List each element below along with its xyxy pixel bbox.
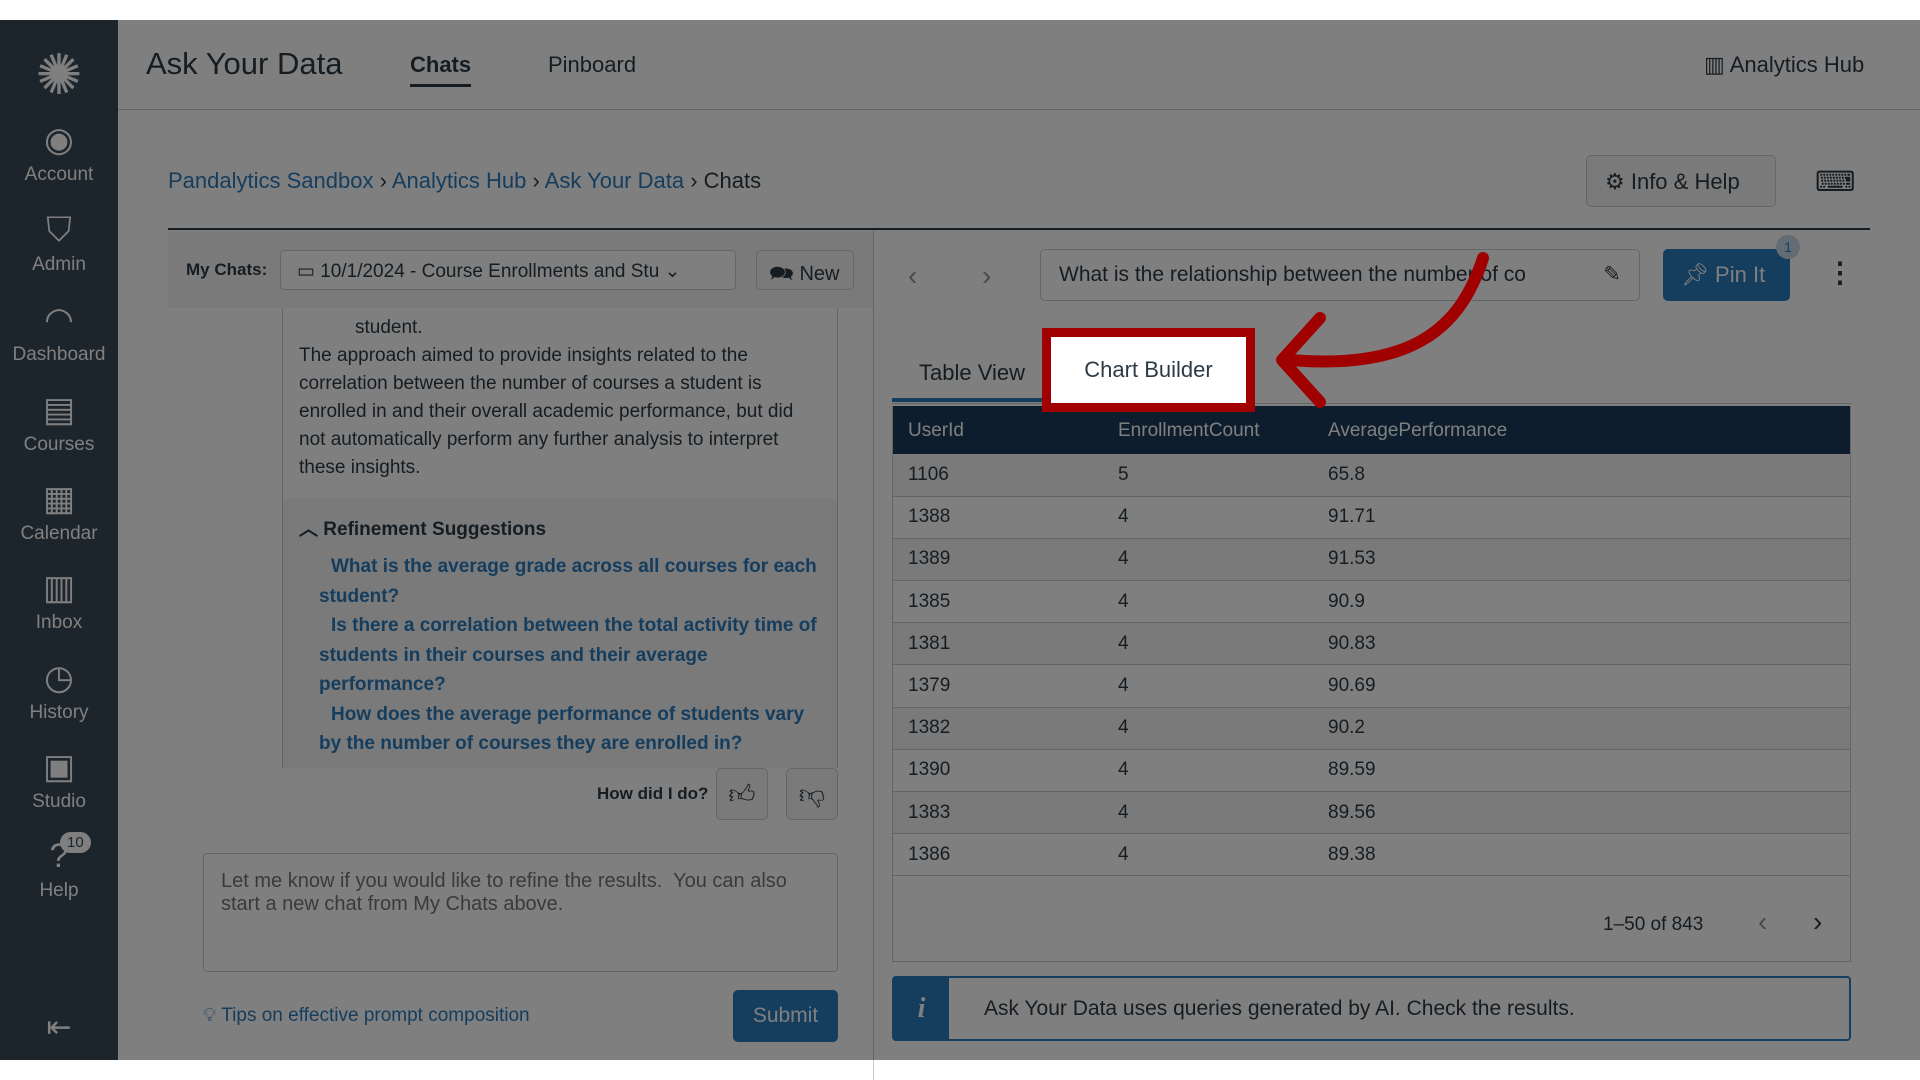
arrow-curve — [1284, 252, 1489, 368]
annotation-arrow — [1276, 252, 1489, 408]
